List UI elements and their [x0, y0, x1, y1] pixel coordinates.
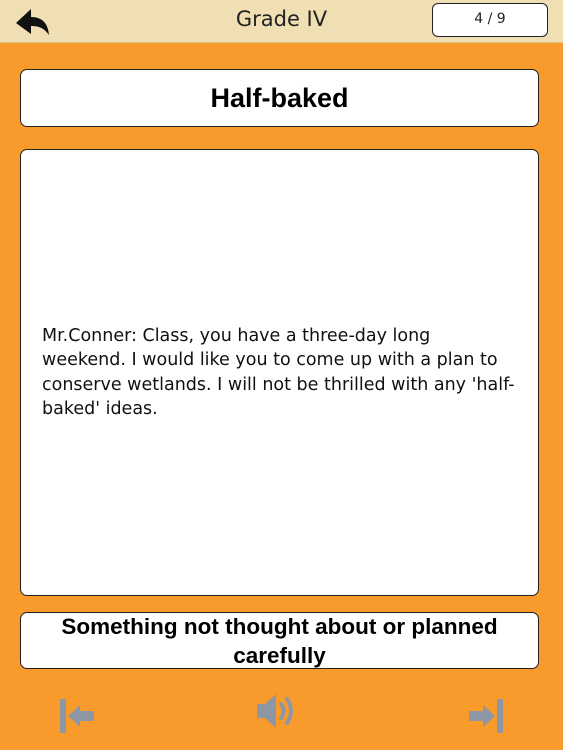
first-arrow-icon	[60, 699, 94, 733]
idiom-term: Half-baked	[210, 82, 349, 113]
play-sound-button[interactable]	[255, 689, 303, 733]
meaning-card[interactable]: Something not thought about or planned c…	[20, 612, 539, 669]
last-arrow-icon	[469, 699, 503, 733]
term-card: Half-baked	[20, 69, 539, 127]
idiom-meaning: Something not thought about or planned c…	[61, 613, 498, 668]
example-card: Mr.Conner: Class, you have a three-day l…	[20, 149, 539, 596]
first-card-button[interactable]	[58, 697, 98, 735]
speaker-icon	[257, 694, 293, 728]
card-counter: 4 / 9	[432, 3, 548, 37]
last-card-button[interactable]	[465, 697, 505, 735]
top-bar: Grade IV 4 / 9	[0, 0, 563, 43]
example-text: Mr.Conner: Class, you have a three-day l…	[42, 325, 515, 420]
